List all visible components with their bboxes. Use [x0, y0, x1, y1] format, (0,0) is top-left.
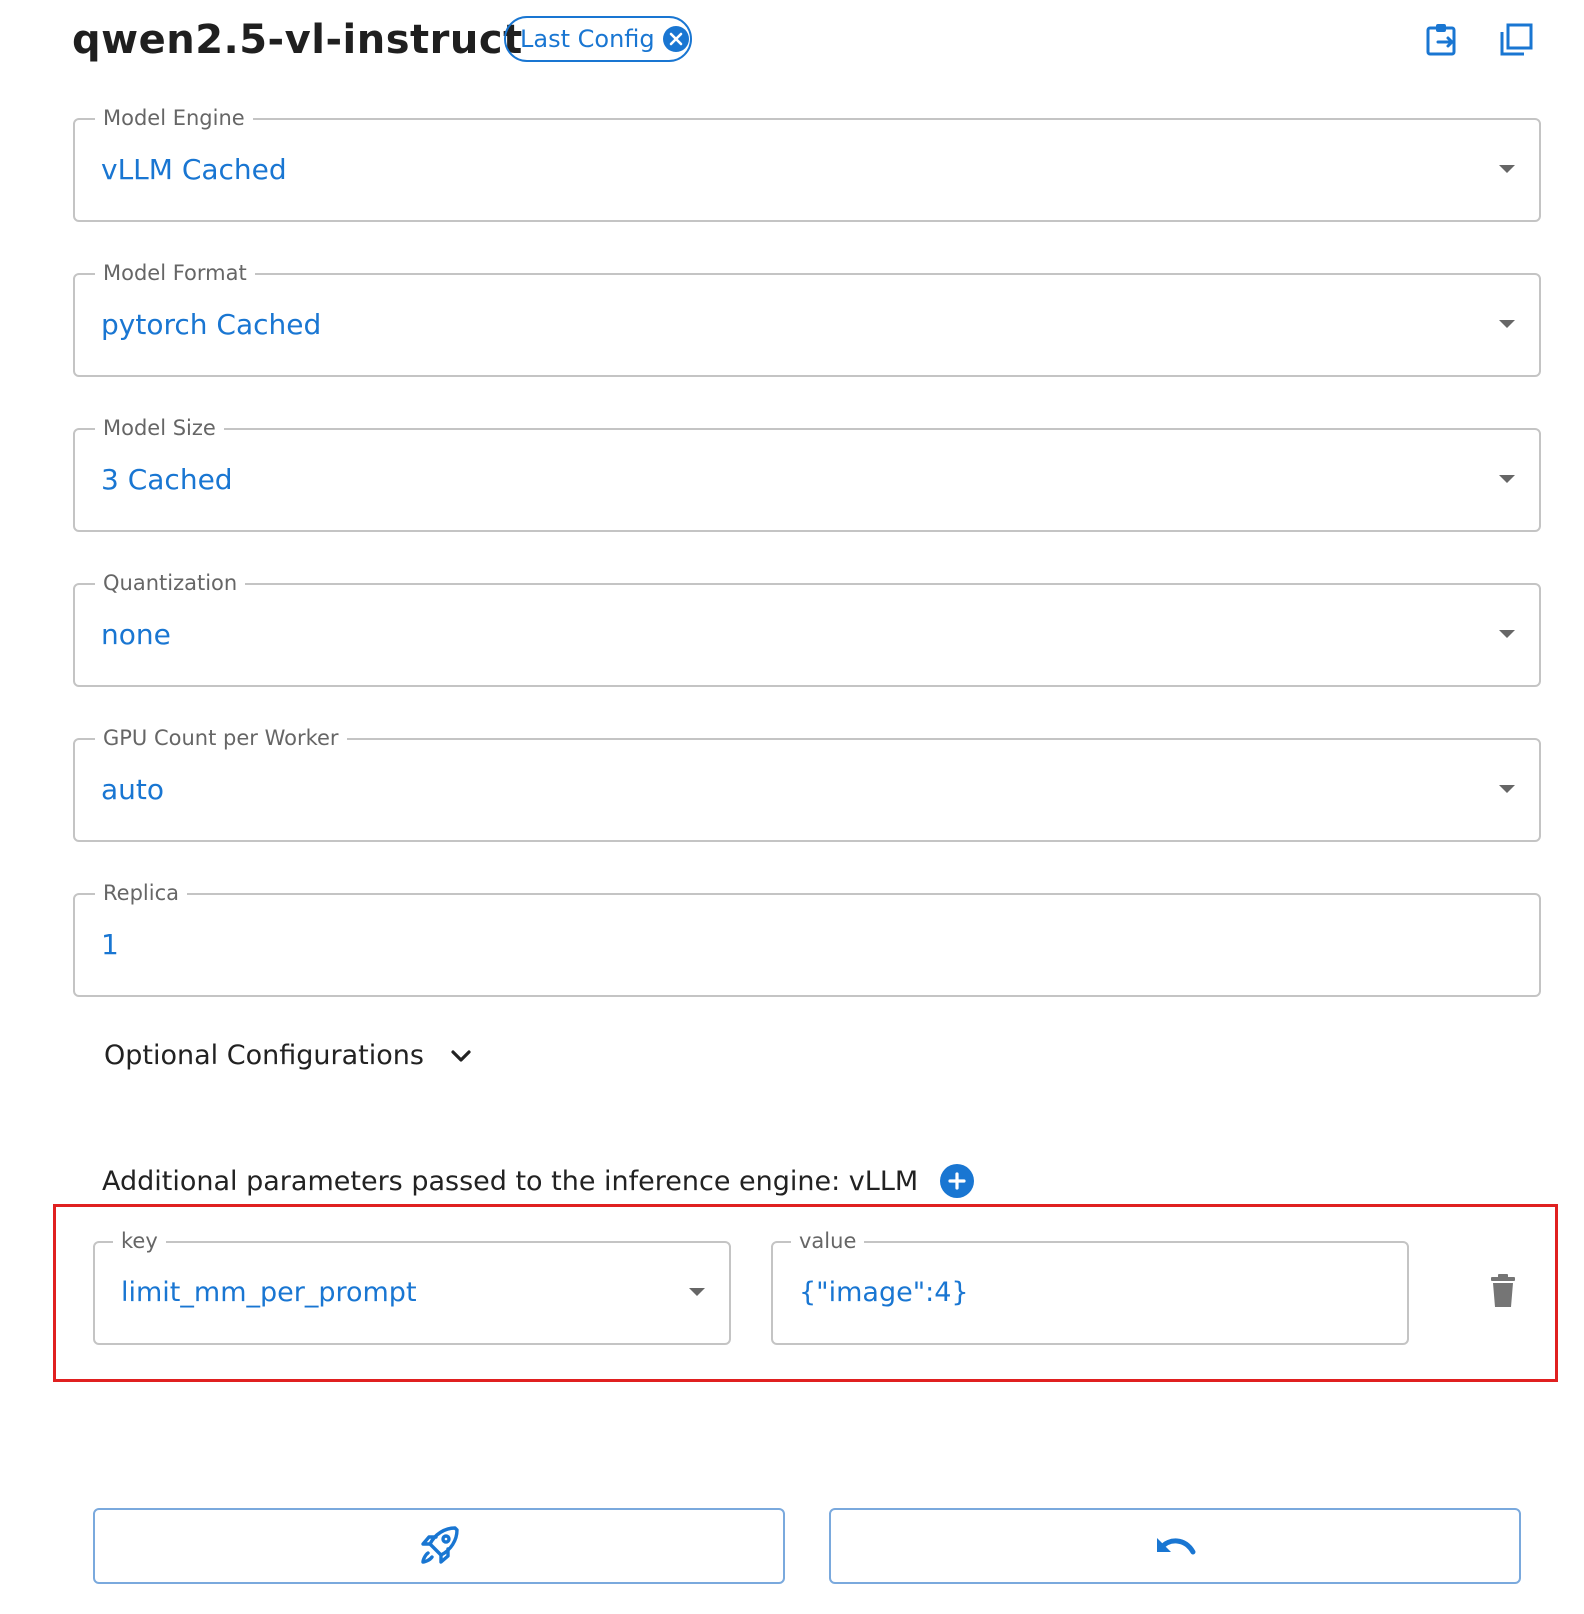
field-value: pytorch Cached — [101, 308, 322, 341]
caret-down-icon — [1499, 785, 1515, 793]
rocket-icon — [421, 1526, 459, 1564]
field-value: 3 Cached — [101, 463, 233, 496]
optional-configurations-label: Optional Configurations — [104, 1040, 424, 1071]
optional-configurations-toggle[interactable]: Optional Configurations — [104, 1040, 472, 1071]
caret-down-icon — [1499, 320, 1515, 328]
param-value-input[interactable]: value {"image":4} — [771, 1227, 1409, 1345]
field-value: vLLM Cached — [101, 153, 287, 186]
caret-down-icon — [689, 1288, 705, 1296]
last-config-chip[interactable]: Last Config — [504, 16, 692, 62]
param-key-select[interactable]: key limit_mm_per_prompt — [93, 1227, 731, 1345]
plus-circle-icon[interactable] — [940, 1164, 975, 1198]
chip-close-icon[interactable] — [662, 26, 689, 52]
chip-label: Last Config — [520, 25, 655, 53]
field-value: 1 — [101, 928, 119, 961]
model-format-select[interactable]: Model Format pytorch Cached — [73, 259, 1541, 377]
replica-input[interactable]: Replica 1 — [73, 879, 1541, 997]
trash-icon[interactable] — [1490, 1274, 1516, 1312]
page-title: qwen2.5-vl-instruct — [72, 17, 523, 63]
model-engine-select[interactable]: Model Engine vLLM Cached — [73, 104, 1541, 222]
caret-down-icon — [1499, 165, 1515, 173]
field-value: limit_mm_per_prompt — [121, 1277, 417, 1308]
gpu-count-select[interactable]: GPU Count per Worker auto — [73, 724, 1541, 842]
model-size-select[interactable]: Model Size 3 Cached — [73, 414, 1541, 532]
launch-button[interactable] — [93, 1508, 785, 1584]
undo-icon — [1157, 1538, 1196, 1555]
quantization-select[interactable]: Quantization none — [73, 569, 1541, 687]
additional-params-label: Additional parameters passed to the infe… — [102, 1165, 919, 1197]
chevron-down-icon — [451, 1049, 471, 1062]
caret-down-icon — [1499, 475, 1515, 483]
field-value: {"image":4} — [799, 1277, 969, 1308]
reset-button[interactable] — [829, 1508, 1521, 1584]
copy-icon[interactable] — [1498, 22, 1534, 58]
field-value: auto — [101, 773, 165, 806]
clipboard-transfer-icon[interactable] — [1424, 22, 1460, 58]
field-value: none — [101, 618, 171, 651]
additional-params-heading: Additional parameters passed to the infe… — [102, 1164, 975, 1198]
caret-down-icon — [1499, 630, 1515, 638]
